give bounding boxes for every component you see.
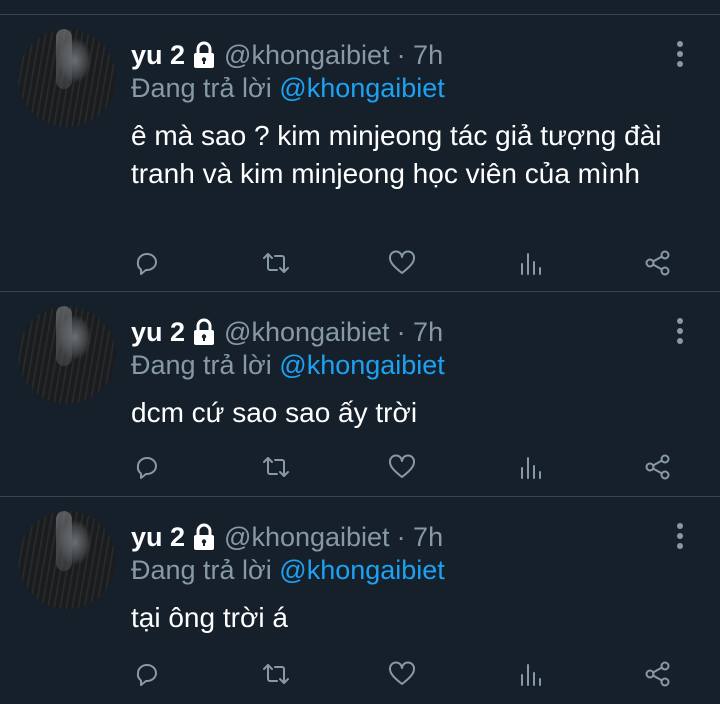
reply-context: Đang trả lời @khongaibiet (131, 73, 445, 104)
reply-button[interactable] (127, 447, 167, 487)
retweet-button[interactable] (256, 447, 296, 487)
author-name[interactable]: yu 2 (131, 40, 185, 71)
reply-button[interactable] (127, 654, 167, 694)
retweet-button[interactable] (256, 654, 296, 694)
like-icon (389, 250, 415, 274)
reply-mention-link[interactable]: @khongaibiet (279, 350, 445, 380)
retweet-icon (263, 253, 289, 273)
tweet-text: tại ông trời á (131, 602, 288, 633)
tweet-actions (0, 243, 720, 283)
analytics-button[interactable] (511, 447, 551, 487)
tweet-header: yu 2 @khongaibiet · 7h (131, 519, 443, 555)
reply-context: Đang trả lời @khongaibiet (131, 350, 445, 381)
retweet-button[interactable] (256, 243, 296, 283)
analytics-icon (521, 457, 541, 479)
tweet-header: yu 2 @khongaibiet · 7h (131, 314, 443, 350)
more-icon[interactable] (668, 316, 692, 346)
lock-icon (194, 41, 215, 68)
avatar[interactable] (18, 511, 116, 609)
tweet[interactable]: yu 2 @khongaibiet · 7h Đang trả lời @kho… (0, 292, 720, 497)
retweet-icon (263, 457, 289, 477)
reply-context: Đang trả lời @khongaibiet (131, 555, 445, 586)
share-icon (645, 454, 670, 480)
reply-icon (136, 253, 157, 275)
author-handle[interactable]: @khongaibiet (224, 317, 390, 348)
reply-prefix: Đang trả lời (131, 555, 272, 585)
share-icon (645, 250, 670, 276)
reply-button[interactable] (127, 243, 167, 283)
reply-mention-link[interactable]: @khongaibiet (279, 555, 445, 585)
avatar[interactable] (18, 306, 116, 404)
reply-icon (136, 664, 157, 686)
analytics-button[interactable] (511, 243, 551, 283)
timestamp[interactable]: · 7h (397, 317, 444, 348)
tweet-actions (0, 447, 720, 487)
timestamp[interactable]: · 7h (397, 40, 444, 71)
more-icon[interactable] (668, 39, 692, 69)
timestamp[interactable]: · 7h (397, 522, 444, 553)
share-button[interactable] (638, 654, 678, 694)
reply-prefix: Đang trả lời (131, 73, 272, 103)
tweet[interactable]: yu 2 @khongaibiet · 7h Đang trả lời @kho… (0, 497, 720, 704)
reply-mention-link[interactable]: @khongaibiet (279, 73, 445, 103)
tweet-text: ê mà sao ? kim minjeong tác giả tượng đà… (131, 120, 662, 189)
reply-prefix: Đang trả lời (131, 350, 272, 380)
tweet-text: dcm cứ sao sao ấy trời (131, 397, 418, 428)
author-name[interactable]: yu 2 (131, 317, 185, 348)
author-handle[interactable]: @khongaibiet (224, 40, 390, 71)
tweet-header: yu 2 @khongaibiet · 7h (131, 37, 443, 73)
analytics-button[interactable] (511, 654, 551, 694)
lock-icon (194, 318, 215, 345)
author-name[interactable]: yu 2 (131, 522, 185, 553)
lock-icon (194, 523, 215, 550)
share-button[interactable] (638, 447, 678, 487)
like-button[interactable] (382, 243, 422, 283)
analytics-icon (521, 253, 541, 275)
reply-icon (136, 457, 157, 479)
author-handle[interactable]: @khongaibiet (224, 522, 390, 553)
tweet-actions (0, 654, 720, 694)
like-button[interactable] (382, 654, 422, 694)
like-icon (389, 454, 415, 478)
like-button[interactable] (382, 447, 422, 487)
avatar[interactable] (18, 29, 116, 127)
more-icon[interactable] (668, 521, 692, 551)
like-icon (389, 661, 415, 685)
tweet[interactable]: yu 2 @khongaibiet · 7h Đang trả lời @kho… (0, 15, 720, 292)
share-button[interactable] (638, 243, 678, 283)
retweet-icon (263, 664, 289, 684)
analytics-icon (521, 664, 541, 686)
share-icon (645, 661, 670, 687)
